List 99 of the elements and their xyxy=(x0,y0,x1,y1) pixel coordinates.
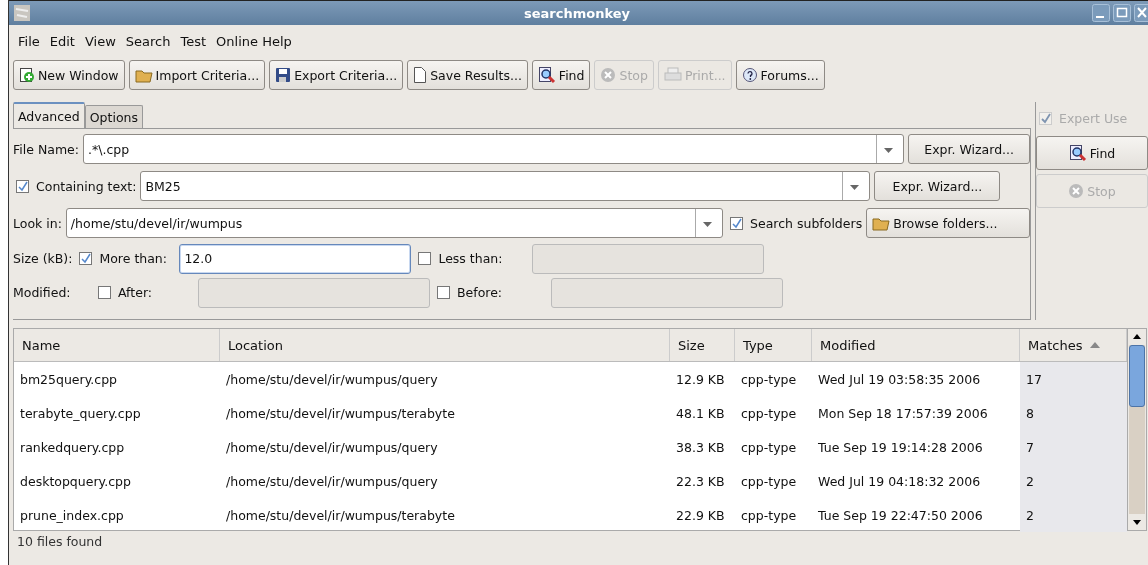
checkbox[interactable] xyxy=(730,216,744,230)
containing-text-combo[interactable]: BM25 xyxy=(140,171,871,201)
table-cell-text: 22.3 KB xyxy=(675,472,726,491)
menu-item[interactable]: View xyxy=(79,33,121,49)
stop-icon xyxy=(600,67,617,83)
column-header[interactable]: Location xyxy=(220,329,670,361)
table-cell: 2 xyxy=(1020,498,1127,532)
table-cell-text: cpp-type xyxy=(740,506,798,525)
new-page-icon xyxy=(19,67,35,83)
file-name-combo[interactable]: .*\.cpp xyxy=(83,134,905,164)
checkbox[interactable] xyxy=(79,252,93,265)
table-cell-text: /home/stu/devel/ir/wumpus/query xyxy=(225,370,439,389)
column-header[interactable]: Type xyxy=(735,329,812,361)
after-field[interactable] xyxy=(198,277,430,308)
column-header[interactable]: Size xyxy=(670,329,735,361)
table-cell-text: Tue Sep 19 22:47:50 2006 xyxy=(817,506,984,525)
table-cell-text: Wed Jul 19 04:18:32 2006 xyxy=(817,472,982,491)
folder-icon xyxy=(134,67,153,83)
status-text: 10 files found xyxy=(17,534,103,549)
toolbar-button[interactable]: Find xyxy=(531,60,591,90)
checkbox-label: Expert Use xyxy=(1059,110,1128,126)
field-label: Modified: xyxy=(13,285,72,300)
table-cell: 7 xyxy=(1020,430,1127,464)
browse-folders-button[interactable]: Browse folders... xyxy=(866,208,1030,238)
folder-icon xyxy=(872,215,891,231)
table-cell-text: prune_index.cpp xyxy=(19,506,125,525)
checkbox[interactable] xyxy=(98,286,111,299)
table-cell-text: cpp-type xyxy=(740,472,798,491)
app-icon xyxy=(14,5,30,21)
page-icon xyxy=(413,66,428,84)
table-cell-text: cpp-type xyxy=(740,404,798,423)
menu-item[interactable]: Edit xyxy=(44,33,80,49)
toolbar-button[interactable]: Forums... xyxy=(735,60,825,90)
field-label: File Name: xyxy=(13,141,79,157)
toolbar-button[interactable]: Export Criteria... xyxy=(269,60,404,90)
field-label: Containing text: xyxy=(36,178,137,194)
menu-item[interactable]: File xyxy=(13,33,45,49)
window-title: searchmonkey xyxy=(523,5,631,21)
table-cell-text: /home/stu/devel/ir/wumpus/query xyxy=(225,438,439,457)
checkbox-label: More than: xyxy=(99,251,168,266)
help-icon xyxy=(741,67,758,83)
table-cell: 2 xyxy=(1020,464,1127,498)
side-button[interactable]: Find xyxy=(1036,136,1148,170)
table-cell-text: /home/stu/devel/ir/wumpus/terabyte xyxy=(225,506,456,525)
checkbox-label: Before: xyxy=(457,285,504,300)
table-cell-text: /home/stu/devel/ir/wumpus/terabyte xyxy=(225,404,456,423)
table-cell-text: cpp-type xyxy=(740,370,798,389)
field-label: Look in: xyxy=(13,215,62,231)
dropdown-icon xyxy=(884,148,894,153)
scrollbar[interactable] xyxy=(1127,329,1146,530)
close-icon[interactable] xyxy=(1134,4,1148,22)
checkbox-label: Less than: xyxy=(438,251,504,266)
checkbox-label: Search subfolders xyxy=(750,215,863,231)
look-in-combo[interactable]: /home/stu/devel/ir/wumpus xyxy=(65,208,724,238)
table-cell-text: 22.9 KB xyxy=(675,506,726,525)
minimize-icon[interactable] xyxy=(1092,4,1110,22)
toolbar-button[interactable]: New Window xyxy=(13,60,125,90)
menu-item[interactable]: Online Help xyxy=(211,33,297,49)
table-cell-text: rankedquery.cpp xyxy=(19,438,126,457)
field-label: Size (kB): xyxy=(13,251,73,266)
stop-icon xyxy=(1068,183,1085,199)
menu-item[interactable]: Search xyxy=(120,33,176,49)
table-cell-text: bm25query.cpp xyxy=(19,370,119,389)
table-cell-text: Tue Sep 19 19:14:28 2006 xyxy=(817,438,984,457)
table-cell-text: Wed Jul 19 03:58:35 2006 xyxy=(817,370,982,389)
table-cell: 17 xyxy=(1020,362,1127,396)
dropdown-icon xyxy=(850,185,860,190)
before-field[interactable] xyxy=(551,277,783,308)
checkbox[interactable] xyxy=(437,286,450,299)
table-cell-text: 48.1 KB xyxy=(675,404,726,423)
table-cell-text: terabyte_query.cpp xyxy=(19,404,142,423)
toolbar-button[interactable]: Save Results... xyxy=(407,60,528,90)
table-cell-text: 12.9 KB xyxy=(675,370,726,389)
expr-wizard-button[interactable]: Expr. Wizard... xyxy=(874,171,1001,201)
dropdown-icon xyxy=(703,222,713,227)
scroll-thumb[interactable] xyxy=(1129,345,1145,407)
table-cell-text: Mon Sep 18 17:57:39 2006 xyxy=(817,404,989,423)
table-cell-text: cpp-type xyxy=(740,438,798,457)
table-cell-text: desktopquery.cpp xyxy=(19,472,132,491)
table-cell-text: /home/stu/devel/ir/wumpus/query xyxy=(225,472,439,491)
table-cell: 8 xyxy=(1020,396,1127,430)
toolbar-button[interactable]: Import Criteria... xyxy=(128,60,266,90)
search-icon xyxy=(1068,144,1087,162)
table-cell-text: 38.3 KB xyxy=(675,438,726,457)
checkbox[interactable] xyxy=(418,252,432,265)
expr-wizard-button[interactable]: Expr. Wizard... xyxy=(908,134,1030,164)
search-icon xyxy=(537,66,556,84)
tab[interactable]: Advanced xyxy=(13,102,85,128)
more-than-field[interactable]: 12.0 xyxy=(179,243,412,274)
less-than-field[interactable] xyxy=(532,243,765,274)
maximize-icon[interactable] xyxy=(1113,4,1131,22)
tab[interactable]: Options xyxy=(84,105,143,128)
printer-icon xyxy=(663,67,682,83)
floppy-icon xyxy=(275,67,292,83)
checkbox-label: After: xyxy=(118,285,153,300)
column-header[interactable]: Modified xyxy=(812,329,1020,361)
menu-item[interactable]: Test xyxy=(175,33,212,49)
checkbox[interactable] xyxy=(16,179,29,193)
column-header[interactable]: Name xyxy=(14,329,220,361)
